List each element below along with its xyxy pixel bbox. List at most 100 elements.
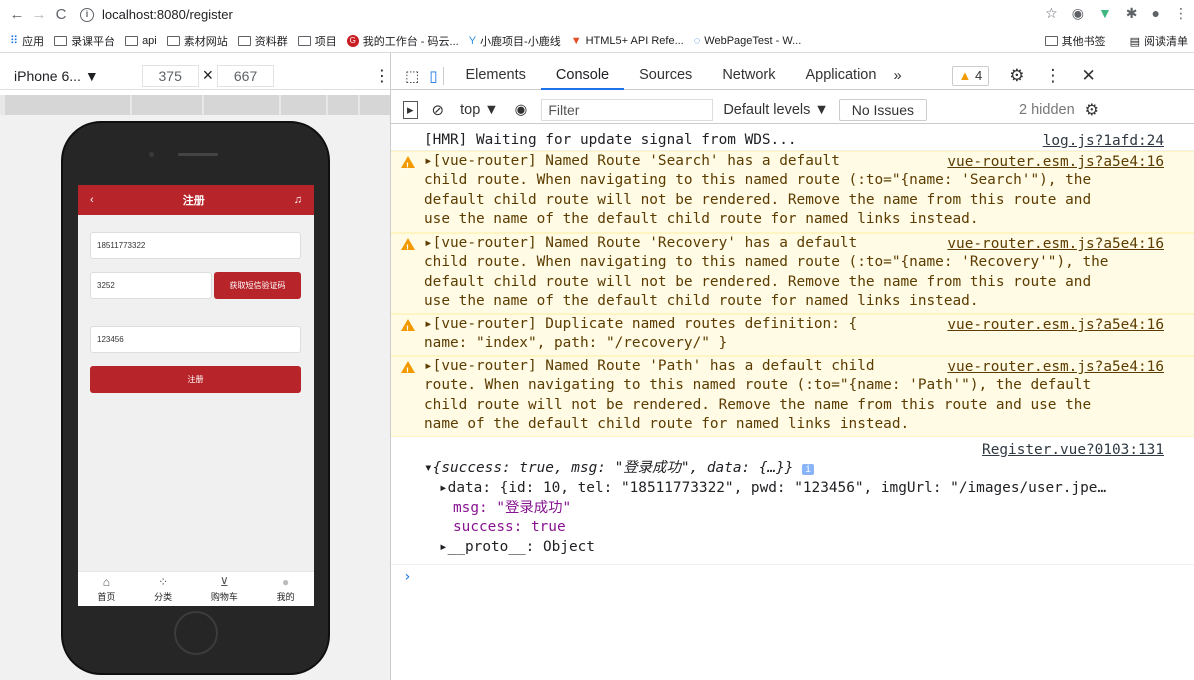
object-prop-msg: msg: "登录成功" (453, 499, 572, 516)
warning-count-badge[interactable]: ▲ 4 (951, 65, 990, 86)
tab-application[interactable]: Application (791, 62, 892, 90)
console-settings-icon[interactable]: ⚙ (1085, 100, 1099, 120)
bookmark-item[interactable]: api (125, 35, 157, 47)
console-source-link[interactable]: log.js?1afd:24 (1043, 132, 1164, 151)
bookmark-apps[interactable]: ⠿ 应用 (10, 33, 44, 49)
code-input[interactable]: 3252 (90, 272, 212, 299)
device-width-input[interactable]: 375 (141, 64, 199, 87)
close-icon[interactable]: ✕ (1082, 66, 1096, 86)
tab-network[interactable]: Network (707, 62, 790, 90)
eye-icon[interactable]: ◉ (515, 102, 528, 118)
puzzle-icon[interactable]: ✱ (1126, 5, 1138, 22)
grid-icon: ⁘ (158, 575, 169, 589)
sidebar-toggle-icon[interactable]: ▸ (403, 100, 418, 119)
bookmark-item[interactable]: 资料群 (237, 33, 288, 49)
webpagetest-icon: ◌ (693, 34, 701, 47)
console-source-link[interactable]: vue-router.esm.js?a5e4:16 (941, 316, 1164, 336)
reload-icon[interactable]: C (50, 6, 72, 23)
vue-devtools-icon[interactable]: ▼ (1098, 5, 1112, 22)
object-summary[interactable]: ▾{success: true, msg: "登录成功", data: {…}}… (391, 459, 1194, 479)
forward-icon[interactable]: → (28, 6, 50, 23)
expand-arrow-icon: ▸ (439, 538, 448, 555)
console-source-link[interactable]: vue-router.esm.js?a5e4:16 (941, 235, 1164, 255)
tab-console[interactable]: Console (540, 62, 625, 90)
bookmark-item[interactable]: Y 小鹿项目-小鹿线 (469, 33, 561, 49)
device-more-icon[interactable]: ⋮ (374, 66, 390, 86)
folder-icon (166, 35, 180, 46)
bookmark-item[interactable]: ▼ HTML5+ API Refe... (571, 35, 684, 47)
settings-icon[interactable]: ⚙ (1009, 66, 1024, 86)
bookmark-item[interactable]: 录课平台 (54, 33, 115, 49)
info-icon[interactable]: i (80, 7, 94, 22)
device-toggle-icon[interactable]: ▯ (429, 67, 437, 85)
object-prop-proto[interactable]: ▸__proto__: Object (391, 538, 1194, 557)
bookmark-item[interactable]: 素材网站 (166, 33, 228, 49)
folder-icon (1044, 36, 1058, 46)
device-select[interactable]: iPhone 6... ▼ (14, 68, 120, 84)
app-screen: ‹ 注册 ♫ 18511773322 3252 获取短信验证码 123456 注… (78, 185, 314, 606)
folder-icon (125, 35, 139, 46)
back-icon[interactable]: ← (6, 6, 28, 23)
warning-icon (401, 361, 415, 381)
device-toolbar: iPhone 6... ▼ 375 × 667 ⋮ (0, 62, 390, 90)
register-button[interactable]: 注册 (90, 366, 301, 393)
tab-cart[interactable]: ⊻ 购物车 (211, 575, 238, 603)
tab-sources[interactable]: Sources (624, 62, 707, 90)
console-output: [HMR] Waiting for update signal from WDS… (391, 131, 1194, 680)
url-text[interactable]: localhost:8080/register (102, 7, 233, 22)
tab-elements[interactable]: Elements (450, 62, 540, 90)
media-query-ruler[interactable] (0, 95, 390, 115)
deer-icon: Y (468, 34, 477, 47)
clear-console-icon[interactable]: ⊘ (432, 101, 445, 119)
hidden-count: 2 hidden (1019, 101, 1075, 118)
back-arrow-icon[interactable]: ‹ (90, 194, 94, 206)
console-source-link[interactable]: vue-router.esm.js?a5e4:16 (941, 153, 1164, 173)
profile-icon[interactable]: ● (1152, 5, 1160, 22)
bookmark-item[interactable]: G 我的工作台 - 码云... (346, 33, 459, 49)
console-filter-input[interactable]: Filter (541, 98, 714, 121)
headset-icon[interactable]: ♫ (294, 194, 302, 206)
warning-icon (401, 238, 415, 258)
phone-camera (149, 152, 154, 157)
inspect-icon[interactable]: ⬚ (405, 67, 419, 85)
extension-icon[interactable]: ◉ (1072, 5, 1084, 22)
console-warning[interactable]: ▸[vue-router] Named Route 'Search' has a… (391, 151, 1194, 233)
menu-icon[interactable]: ⋮ (1174, 5, 1188, 22)
get-sms-code-button[interactable]: 获取短信验证码 (214, 272, 301, 299)
folder-icon (54, 35, 68, 46)
log-levels-select[interactable]: Default levels ▼ (723, 102, 828, 118)
console-warning[interactable]: ▸[vue-router] Named Route 'Recovery' has… (391, 233, 1194, 314)
bookmark-item[interactable]: 项目 (297, 33, 337, 49)
warning-icon (401, 156, 415, 176)
home-icon: ⌂ (102, 575, 110, 589)
url-field[interactable]: i localhost:8080/register (80, 7, 233, 22)
more-tabs-button[interactable]: » (893, 68, 901, 84)
password-input[interactable]: 123456 (90, 326, 301, 353)
console-toolbar: ▸ ⊘ top ▼ ◉ Filter Default levels ▼ No I… (391, 96, 1194, 124)
devtools-menu-icon[interactable]: ⋮ (1045, 66, 1062, 86)
app-header: ‹ 注册 ♫ (78, 185, 314, 215)
object-prop-data[interactable]: ▸data: {id: 10, tel: "18511773322", pwd:… (391, 479, 1161, 498)
device-height-input[interactable]: 667 (217, 64, 274, 87)
tab-home[interactable]: ⌂ 首页 (97, 575, 115, 603)
phone-home-button (174, 611, 218, 655)
html5-icon: ▼ (570, 34, 582, 47)
console-warning[interactable]: ▸[vue-router] Duplicate named routes def… (391, 314, 1194, 356)
tab-bar: ⌂ 首页 ⁘ 分类 ⊻ 购物车 ● 我的 (78, 571, 314, 606)
folder-icon (237, 35, 251, 46)
bookmark-other[interactable]: 其他书签 (1044, 33, 1106, 49)
console-source-link[interactable]: vue-router.esm.js?a5e4:16 (941, 358, 1164, 378)
context-select[interactable]: top ▼ (460, 102, 499, 118)
issues-button[interactable]: No Issues (838, 98, 927, 121)
console-source-link[interactable]: Register.vue?0103:131 (982, 441, 1164, 460)
bookmark-item[interactable]: ◌ WebPageTest - W... (694, 35, 802, 47)
star-icon[interactable]: ☆ (1045, 5, 1058, 22)
apps-grid-icon: ⠿ (10, 35, 19, 47)
expand-arrow-icon: ▸ (439, 480, 448, 497)
console-prompt[interactable]: › (391, 565, 1194, 589)
tab-mine[interactable]: ● 我的 (277, 575, 295, 603)
tab-category[interactable]: ⁘ 分类 (154, 575, 172, 603)
console-warning[interactable]: ▸[vue-router] Named Route 'Path' has a d… (391, 356, 1194, 437)
phone-input[interactable]: 18511773322 (90, 232, 301, 259)
bookmark-reading-list[interactable]: ▤ 阅读清单 (1130, 33, 1188, 49)
